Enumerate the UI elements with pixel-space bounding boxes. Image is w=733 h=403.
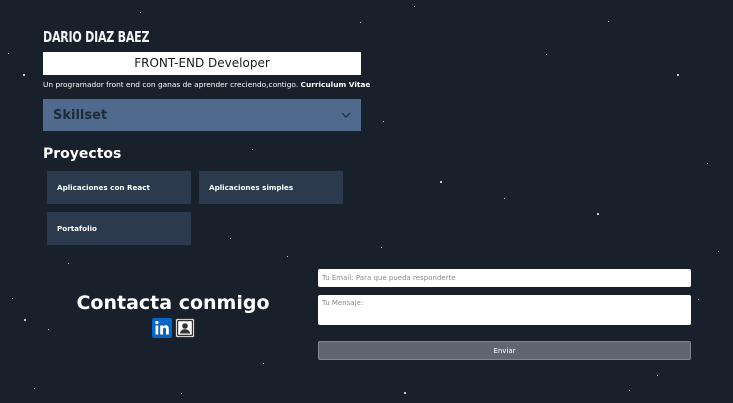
project-card-label: Aplicaciones simples [209,183,294,192]
project-card-simple[interactable]: Aplicaciones simples [199,171,343,204]
chevron-down-icon [331,99,361,131]
tagline: Un programador front end con ganas de ap… [43,80,370,89]
skillset-dropdown[interactable]: Skillset [43,99,361,131]
contact-card-icon[interactable] [175,318,195,338]
message-field[interactable] [318,295,691,325]
role-banner: FRONT-END Developer [43,52,361,75]
project-card-label: Aplicaciones con React [57,183,150,192]
project-card-react[interactable]: Aplicaciones con React [47,171,191,204]
tagline-text: Un programador front end con ganas de ap… [43,80,299,89]
social-icons [152,318,195,338]
contact-title: Contacta conmigo [76,292,270,314]
project-card-portfolio[interactable]: Portafolio [47,212,191,245]
linkedin-icon[interactable] [152,318,172,338]
skillset-label: Skillset [53,107,108,123]
email-field[interactable] [318,269,691,287]
developer-name: DARIO DIAZ BAEZ [43,28,150,46]
projects-title: Proyectos [43,146,122,162]
project-card-label: Portafolio [57,224,97,233]
send-button[interactable]: Enviar [318,341,691,360]
cv-link[interactable]: Curriculum Vitae [301,80,371,89]
